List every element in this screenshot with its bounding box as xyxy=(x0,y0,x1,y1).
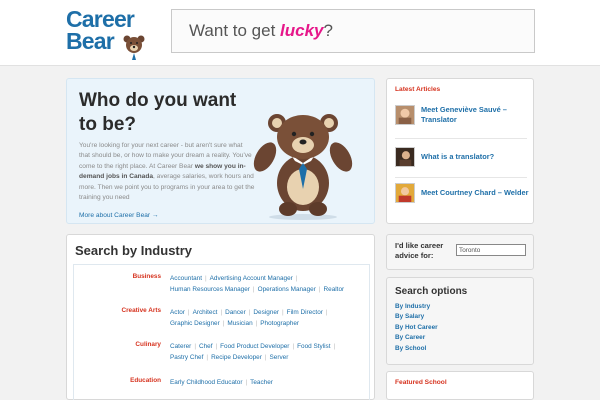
search-option-link[interactable]: By School xyxy=(395,344,438,354)
separator: | xyxy=(194,343,196,350)
career-link[interactable]: Caterer xyxy=(170,343,191,350)
career-link[interactable]: Accountant xyxy=(170,275,202,282)
separator: | xyxy=(292,343,295,350)
career-link[interactable]: Architect xyxy=(193,309,218,316)
location-input[interactable] xyxy=(456,244,526,256)
featured-school-panel: Featured School xyxy=(386,371,534,400)
separator: | xyxy=(295,275,298,282)
career-link[interactable]: Chef xyxy=(199,343,213,350)
career-link[interactable]: Film Director xyxy=(287,309,323,316)
career-link[interactable]: Recipe Developer xyxy=(211,354,262,361)
separator: | xyxy=(204,275,207,282)
article-thumbnail-image xyxy=(395,183,415,203)
search-option-link[interactable]: By Career xyxy=(395,333,438,343)
industry-table: Business Accountant | Advertising Account … xyxy=(73,264,370,400)
career-link[interactable]: Human Resources Manager xyxy=(170,286,250,293)
separator: | xyxy=(187,309,190,316)
industry-category: Creative Arts xyxy=(121,307,161,314)
career-link[interactable]: Graphic Designer xyxy=(170,320,220,327)
industry-links: Caterer | Chef | Food Product Developer | Food… xyxy=(170,341,362,363)
hero-panel: Who do you want to be? You're looking fo… xyxy=(66,78,375,224)
career-link[interactable]: Designer xyxy=(253,309,279,316)
career-link[interactable]: Early Childhood Educator xyxy=(170,379,242,386)
hero-title: Who do you want to be? xyxy=(79,90,237,135)
industry-links: Accountant | Advertising Account Manager | H… xyxy=(170,273,362,295)
logo-line-1: Career xyxy=(66,6,135,32)
more-about-link[interactable]: More about Career Bear → xyxy=(79,212,159,219)
search-option-link[interactable]: By Industry xyxy=(395,302,438,312)
career-link[interactable]: Pastry Chef xyxy=(170,354,203,361)
career-bear-logo[interactable]: Career Bear xyxy=(66,8,146,60)
separator: | xyxy=(282,309,284,316)
career-link[interactable]: Actor xyxy=(170,309,185,316)
career-link[interactable]: Advertising Account Manager xyxy=(210,275,293,282)
separator: | xyxy=(264,354,267,361)
search-by-industry-panel: Search by Industry Business Accountant | A… xyxy=(66,234,375,400)
career-advice-panel: I'd like career advice for: xyxy=(386,234,534,270)
search-options-panel: Search options By Industry By Salary By … xyxy=(386,277,534,365)
career-link[interactable]: Server xyxy=(270,354,289,361)
article-thumbnail-image xyxy=(395,105,415,125)
latest-articles-title: Latest Articles xyxy=(395,86,441,93)
lucky-banner-ad[interactable]: Want to get lucky? xyxy=(171,9,535,53)
banner-text: Want to get lucky? xyxy=(189,21,333,40)
career-link[interactable]: Food Stylist xyxy=(297,343,330,350)
article-thumbnail-image xyxy=(395,147,415,167)
search-options-title: Search options xyxy=(395,286,468,297)
separator: | xyxy=(220,309,223,316)
separator: | xyxy=(206,354,209,361)
separator: | xyxy=(245,379,248,386)
divider xyxy=(395,138,527,139)
search-options-list: By Industry By Salary By Hot Career By C… xyxy=(395,302,438,354)
industry-category: Business xyxy=(132,273,161,280)
industry-title: Search by Industry xyxy=(75,243,193,258)
article-title[interactable]: What is a translator? xyxy=(421,152,529,162)
divider xyxy=(395,177,527,178)
article-item[interactable]: Meet Courtney Chard – Welder xyxy=(395,183,529,205)
industry-links: Early Childhood Educator | Teacher xyxy=(170,377,362,388)
career-link[interactable]: Musician xyxy=(227,320,252,327)
latest-articles-panel: Latest Articles Meet Geneviève Sauvé – T… xyxy=(386,78,534,224)
career-link[interactable]: Realtor xyxy=(324,286,345,293)
search-option-link[interactable]: By Hot Career xyxy=(395,323,438,333)
article-title[interactable]: Meet Courtney Chard – Welder xyxy=(421,188,529,198)
separator: | xyxy=(252,286,255,293)
search-option-link[interactable]: By Salary xyxy=(395,312,438,322)
career-link[interactable]: Photographer xyxy=(260,320,299,327)
career-link[interactable]: Operations Manager xyxy=(258,286,316,293)
career-link[interactable]: Teacher xyxy=(250,379,273,386)
article-item[interactable]: What is a translator? xyxy=(395,147,527,169)
separator: | xyxy=(215,343,218,350)
article-title[interactable]: Meet Geneviève Sauvé – Translator xyxy=(421,105,529,125)
hero-description: You're looking for your next career - bu… xyxy=(79,142,255,202)
separator: | xyxy=(333,343,336,350)
industry-category: Culinary xyxy=(135,341,161,348)
career-link[interactable]: Food Product Developer xyxy=(220,343,289,350)
industry-category: Education xyxy=(130,377,161,384)
bear-logo-icon xyxy=(123,35,145,60)
site-header: Career Bear Want to get lucky? xyxy=(0,0,600,66)
separator: | xyxy=(318,286,321,293)
featured-school-title: Featured School xyxy=(395,379,447,386)
career-advice-label: I'd like career advice for: xyxy=(395,241,444,260)
career-link[interactable]: Dancer xyxy=(225,309,246,316)
separator: | xyxy=(325,309,328,316)
bear-mascot-illustration xyxy=(253,114,353,220)
article-item[interactable]: Meet Geneviève Sauvé – Translator xyxy=(395,105,527,127)
industry-links: Actor | Architect | Dancer | Designer | Film Dir… xyxy=(170,307,362,329)
